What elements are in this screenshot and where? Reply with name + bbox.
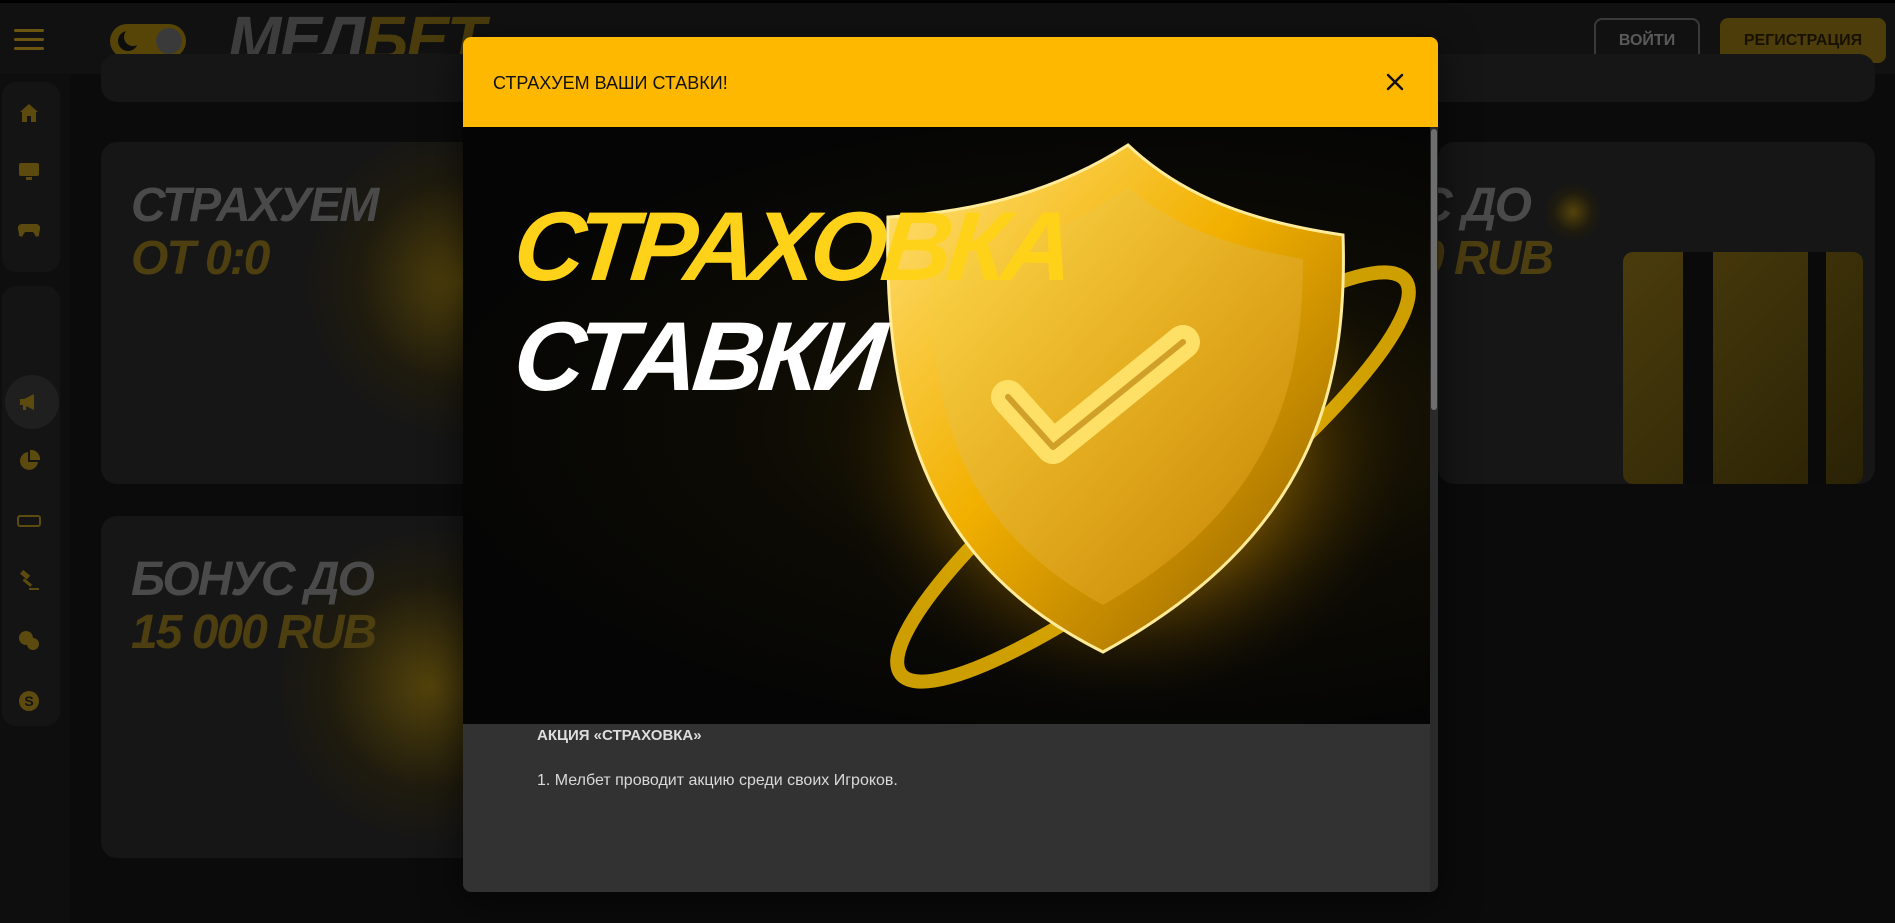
promo-card-bonus-15000[interactable]: БОНУС ДО 15 000 RUB bbox=[101, 516, 501, 858]
auction-hammer-icon[interactable] bbox=[17, 569, 41, 593]
promo-section-heading: АКЦИЯ «СТРАХОВКА» bbox=[537, 727, 702, 744]
promo-card-bonus-gift[interactable]: С ДО 0 RUB bbox=[1438, 142, 1875, 484]
toggle-knob bbox=[156, 28, 182, 54]
sidebar: S bbox=[0, 74, 70, 923]
gamepad-icon[interactable] bbox=[17, 217, 41, 241]
insurance-banner-image: СТРАХОВКА СТАВКИ bbox=[463, 127, 1431, 724]
gift-ribbon bbox=[1683, 252, 1713, 484]
promo-title: С ДО 0 RUB bbox=[1438, 179, 1554, 285]
menu-burger-icon[interactable] bbox=[14, 29, 44, 51]
live-tv-icon[interactable] bbox=[17, 159, 41, 183]
modal-scrollbar-thumb[interactable] bbox=[1431, 129, 1437, 410]
coin-image bbox=[1543, 182, 1603, 242]
moon-icon bbox=[118, 28, 142, 51]
gift-box-image bbox=[1623, 252, 1863, 484]
modal-title: СТРАХУЕМ ВАШИ СТАВКИ! bbox=[493, 73, 728, 93]
banner-headline: СТРАХОВКА bbox=[509, 191, 1075, 301]
promo-card-insurance[interactable]: СТРАХУЕМ ОТ 0:0 bbox=[101, 142, 501, 484]
svg-text:S: S bbox=[24, 693, 33, 709]
home-icon[interactable] bbox=[17, 101, 41, 125]
theme-toggle[interactable] bbox=[110, 24, 186, 58]
megaphone-icon[interactable] bbox=[17, 390, 41, 414]
banner-subheadline: СТАВКИ bbox=[509, 301, 887, 411]
sidebar-group-extra bbox=[2, 286, 60, 726]
modal-header: СТРАХУЕМ ВАШИ СТАВКИ! bbox=[463, 37, 1438, 127]
chat-icon[interactable] bbox=[17, 629, 41, 653]
promo-modal: СТРАХУЕМ ВАШИ СТАВКИ! СТРАХОВКА СТАВКИ А… bbox=[463, 37, 1438, 892]
gift-ribbon bbox=[1808, 252, 1826, 484]
skype-icon[interactable]: S bbox=[17, 689, 41, 713]
promo-title: СТРАХУЕМ ОТ 0:0 bbox=[131, 179, 379, 285]
close-icon[interactable] bbox=[1380, 67, 1410, 97]
promo-title: БОНУС ДО 15 000 RUB bbox=[131, 553, 377, 659]
pie-chart-icon[interactable] bbox=[17, 449, 41, 473]
live-badge-icon[interactable] bbox=[17, 509, 41, 533]
promo-rules-paragraph: 1. Мелбет проводит акцию среди своих Игр… bbox=[537, 772, 898, 789]
